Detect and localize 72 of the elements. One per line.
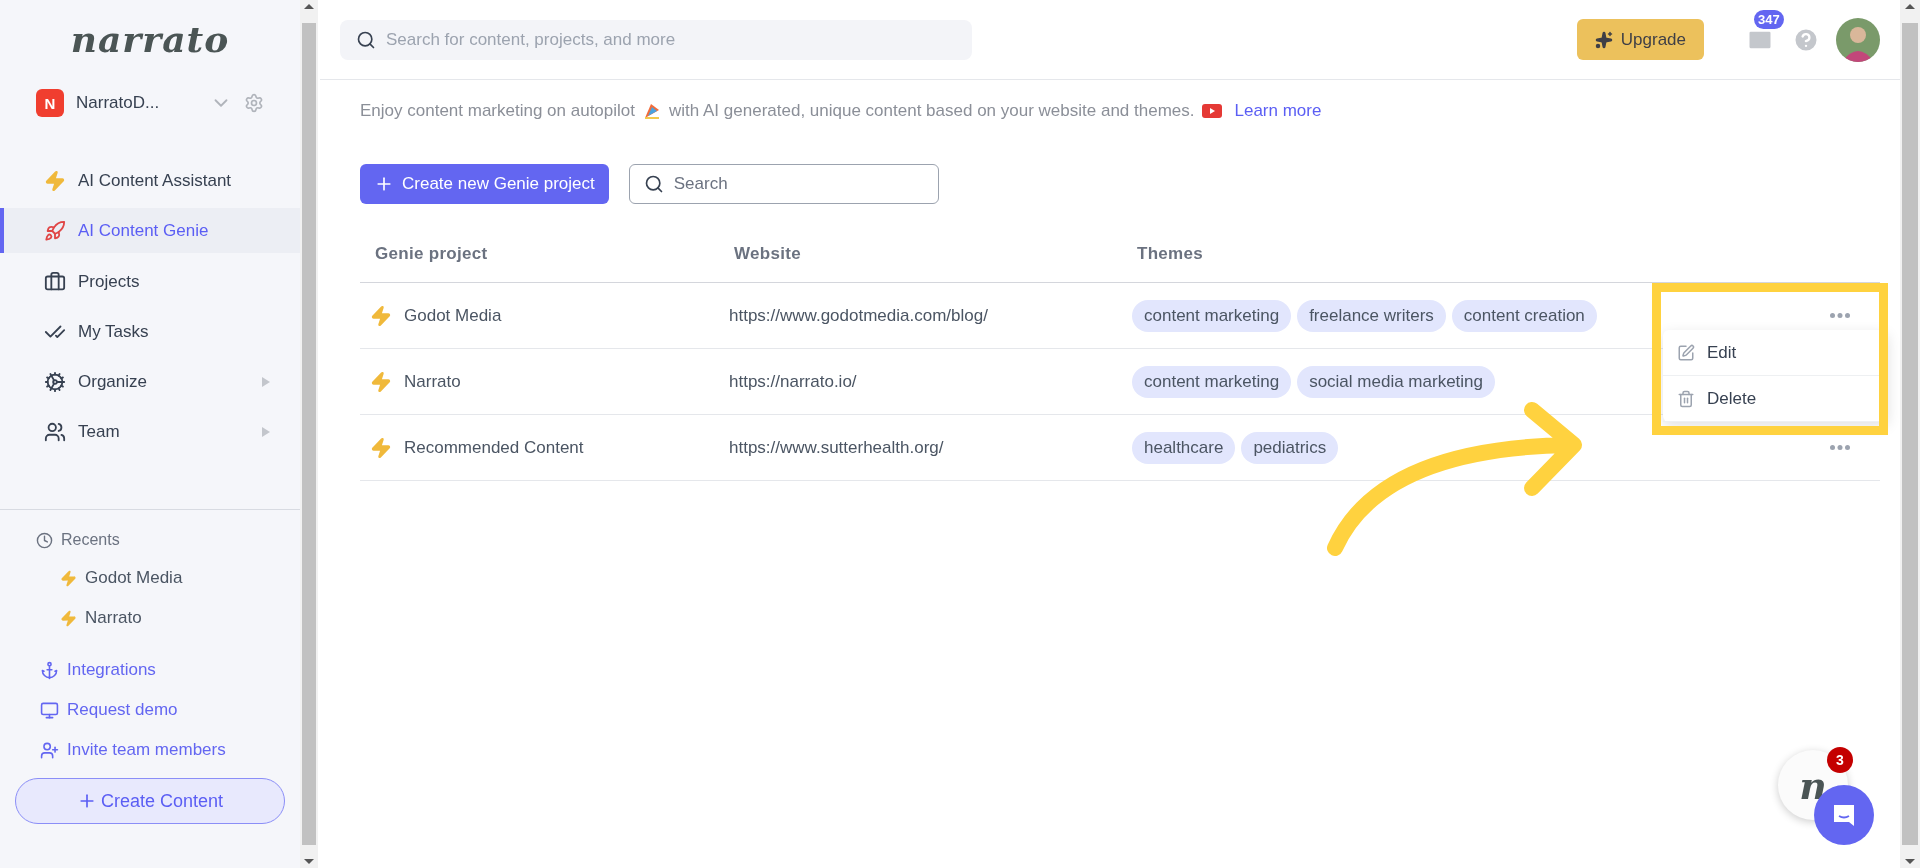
flag-icon: [643, 102, 661, 120]
nav-item[interactable]: AI Content Genie: [0, 208, 300, 253]
nav-item[interactable]: Team: [0, 407, 300, 457]
column-header[interactable]: Genie project: [375, 243, 734, 264]
clock-icon: [36, 531, 53, 549]
theme-tag: content marketing: [1132, 365, 1292, 398]
anchor-icon: [40, 660, 59, 680]
scrollbar[interactable]: [1900, 0, 1920, 868]
sidebar-link[interactable]: Invite team members: [67, 740, 226, 760]
theme-tag: pediatrics: [1241, 431, 1339, 464]
lightning-icon: [60, 569, 77, 587]
cog-icon: [44, 371, 66, 393]
website-url: https://narrato.io/: [729, 371, 858, 392]
edit-icon: [1677, 343, 1695, 362]
project-name[interactable]: Recommended Content: [404, 437, 584, 458]
website-url: https://www.sutterhealth.org/: [729, 437, 945, 458]
avatar[interactable]: [1836, 17, 1880, 62]
chat-badge: 3: [1827, 747, 1853, 773]
users-icon: [44, 421, 66, 443]
more-icon: [1830, 445, 1850, 450]
notification-badge: 347: [1754, 9, 1784, 29]
nav-item[interactable]: Organize: [0, 357, 300, 407]
nav-item[interactable]: Projects: [0, 257, 300, 307]
recent-item[interactable]: Godot Media: [85, 568, 183, 588]
theme-tag: content creation: [1451, 299, 1597, 332]
menu-item[interactable]: Delete: [1663, 376, 1888, 422]
theme-tag: social media marketing: [1297, 365, 1495, 398]
theme-tag: freelance writers: [1297, 299, 1446, 332]
learn-more-link[interactable]: Learn more: [1234, 101, 1322, 121]
project-name[interactable]: Narrato: [404, 371, 461, 392]
menu-item[interactable]: Edit: [1663, 330, 1888, 376]
scrollbar[interactable]: [300, 0, 318, 868]
recents-title: Recents: [61, 531, 120, 549]
workspace-name[interactable]: NarratoD...: [76, 93, 198, 113]
search-field[interactable]: Search: [628, 164, 939, 204]
lightning-icon: [60, 609, 77, 627]
more-options-button[interactable]: [1830, 445, 1850, 450]
add-user-icon: [40, 740, 59, 760]
website-url: https://www.godotmedia.com/blog/: [729, 305, 989, 326]
chat-icon: [1831, 802, 1857, 828]
search-icon: [356, 29, 376, 50]
upgrade-button[interactable]: Upgrade: [1576, 19, 1704, 60]
search-icon: [643, 174, 664, 194]
recent-item[interactable]: Narrato: [85, 608, 142, 628]
lightning-icon: [44, 170, 66, 192]
column-header[interactable]: Themes: [1137, 243, 1880, 264]
sidebar-link[interactable]: Request demo: [67, 700, 178, 720]
trash-icon: [1677, 389, 1695, 408]
lightning-icon: [370, 436, 392, 459]
project-name[interactable]: Godot Media: [404, 305, 502, 326]
workspace-avatar: N: [36, 89, 64, 117]
sidebar-link[interactable]: Integrations: [67, 660, 156, 680]
settings-icon[interactable]: [244, 93, 264, 113]
lightning-icon: [370, 370, 392, 393]
create-content-button[interactable]: Create Content: [15, 778, 285, 824]
column-header[interactable]: Website: [734, 243, 1137, 264]
more-icon: [1830, 313, 1850, 318]
lightning-icon: [370, 304, 392, 327]
theme-tag: content marketing: [1132, 299, 1292, 332]
video-play-icon[interactable]: [1202, 104, 1223, 118]
nav-item[interactable]: My Tasks: [0, 307, 300, 357]
more-options-button[interactable]: [1830, 313, 1850, 318]
rocket-icon: [44, 219, 66, 242]
nav-item[interactable]: AI Content Assistant: [0, 156, 300, 206]
banner-text: with AI generated, unique content based on your website and themes.: [669, 101, 1195, 121]
briefcase-icon: [44, 271, 66, 293]
theme-tag: healthcare: [1132, 431, 1236, 464]
logo[interactable]: narrato: [0, 0, 300, 80]
create-project-button[interactable]: Create new Genie project: [360, 164, 609, 204]
banner-text: Enjoy content marketing on autopilot: [360, 101, 635, 121]
sparkle-icon: [1594, 30, 1613, 49]
monitor-icon: [40, 700, 59, 720]
